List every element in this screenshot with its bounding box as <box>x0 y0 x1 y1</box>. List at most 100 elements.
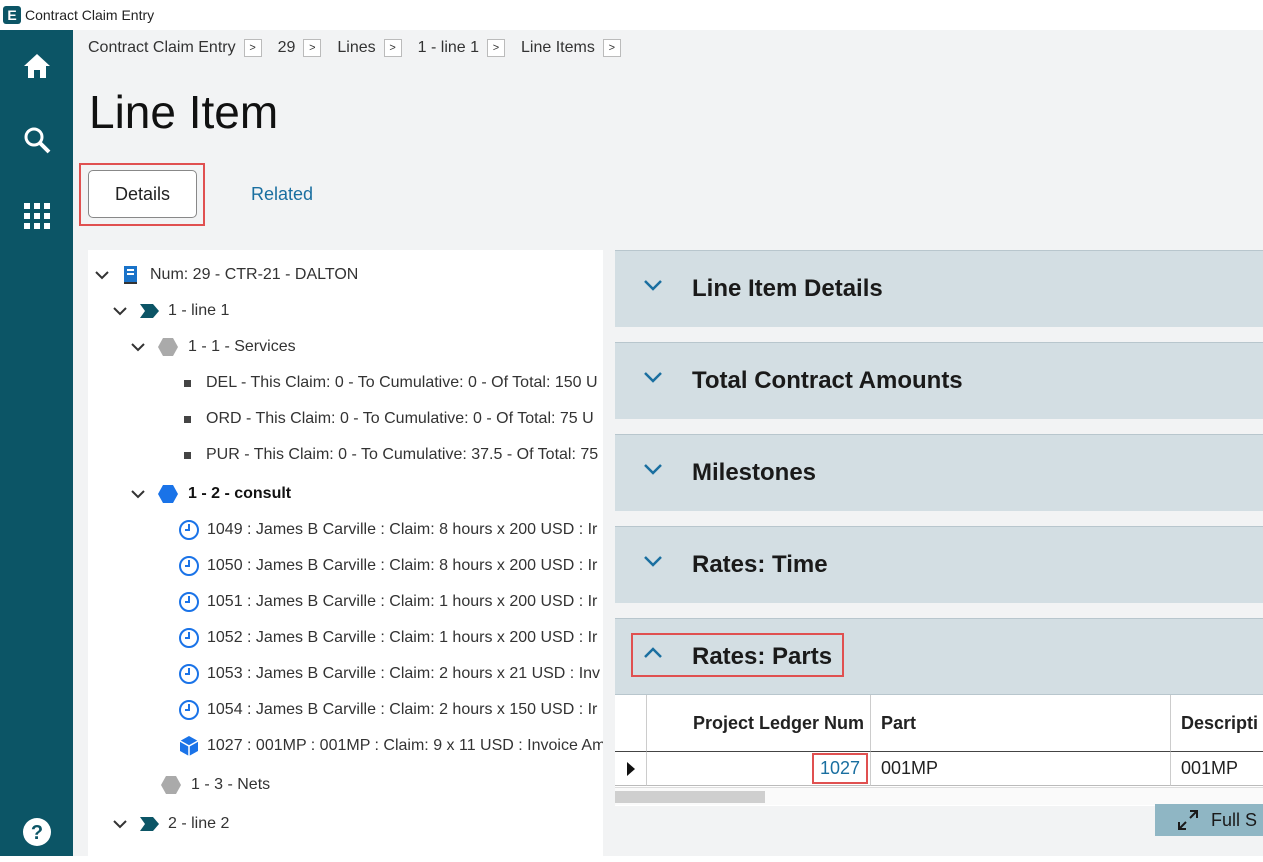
column-header-part[interactable]: Part <box>871 695 1171 751</box>
tree-node-del[interactable]: DEL - This Claim: 0 - To Cumulative: 0 -… <box>184 368 598 398</box>
app-logo-icon: E <box>3 6 21 24</box>
tree-node-time[interactable]: 1050 : James B Carville : Claim: 8 hours… <box>178 551 597 581</box>
row-indicator[interactable] <box>615 751 647 786</box>
panel-line-item-details[interactable]: Line Item Details <box>615 250 1263 327</box>
chevron-right-icon[interactable]: > <box>303 39 322 57</box>
tree-label: 1052 : James B Carville : Claim: 1 hours… <box>207 629 598 646</box>
tree-label: 1 - line 1 <box>168 302 230 319</box>
chevron-down-icon[interactable] <box>110 819 130 829</box>
tree-label: 1 - 2 - consult <box>188 485 292 502</box>
search-icon <box>24 127 50 154</box>
cell-part[interactable]: 001MP <box>871 751 1171 786</box>
full-screen-button[interactable]: Full S <box>1155 804 1263 836</box>
search-button[interactable] <box>0 110 73 170</box>
clock-icon <box>179 592 199 612</box>
chevron-down-icon[interactable] <box>643 555 663 567</box>
tree-label: ORD - This Claim: 0 - To Cumulative: 0 -… <box>206 410 594 427</box>
chevron-right-icon[interactable]: > <box>243 39 262 57</box>
breadcrumb-label[interactable]: Lines <box>337 39 375 57</box>
square-bullet-icon <box>184 415 191 423</box>
tree-label: 1 - 3 - Nets <box>191 776 271 793</box>
tree-node-time[interactable]: 1054 : James B Carville : Claim: 2 hours… <box>178 695 597 725</box>
chevron-down-icon[interactable] <box>643 279 663 291</box>
home-icon <box>23 54 50 78</box>
panel-rates-time[interactable]: Rates: Time <box>615 526 1263 603</box>
breadcrumb-item[interactable]: Contract Claim Entry > <box>88 39 262 57</box>
cell-description[interactable]: 001MP <box>1171 751 1263 786</box>
tree-label: DEL - This Claim: 0 - To Cumulative: 0 -… <box>206 374 598 391</box>
breadcrumb-label[interactable]: 1 - line 1 <box>418 39 479 57</box>
tree-node-time[interactable]: 1049 : James B Carville : Claim: 8 hours… <box>178 515 597 545</box>
horizontal-scrollbar[interactable] <box>615 787 1263 805</box>
tree-node-line2[interactable]: 2 - line 2 <box>110 809 229 839</box>
tree-label: Num: 29 - CTR-21 - DALTON <box>150 266 359 283</box>
title-bar: E Contract Claim Entry <box>0 0 1263 30</box>
grid-row-header <box>615 695 647 751</box>
tree-node-nets[interactable]: 1 - 3 - Nets <box>161 770 270 800</box>
cell-ledger[interactable]: 1027 <box>647 751 871 786</box>
tab-related[interactable]: Related <box>251 170 313 218</box>
chevron-down-icon[interactable] <box>110 306 130 316</box>
cube-icon <box>179 736 199 756</box>
clock-icon <box>179 700 199 720</box>
record-tree: Num: 29 - CTR-21 - DALTON 1 - line 1 1 -… <box>88 250 603 856</box>
square-bullet-icon <box>184 379 191 387</box>
tree-node-ord[interactable]: ORD - This Claim: 0 - To Cumulative: 0 -… <box>184 404 594 434</box>
chevron-down-icon[interactable] <box>643 463 663 475</box>
tree-label: 1 - 1 - Services <box>188 338 296 355</box>
window-title: Contract Claim Entry <box>25 7 155 23</box>
expand-icon <box>1178 810 1198 830</box>
chevron-down-icon[interactable] <box>92 270 112 280</box>
tree-node-consult[interactable]: 1 - 2 - consult <box>128 479 291 509</box>
chevron-right-icon[interactable]: > <box>602 39 621 57</box>
tree-label: 1053 : James B Carville : Claim: 2 hours… <box>207 665 601 682</box>
panel-rates-parts[interactable]: Rates: Parts <box>615 618 1263 695</box>
tree-node-pur[interactable]: PUR - This Claim: 0 - To Cumulative: 37.… <box>184 440 598 470</box>
panel-title: Milestones <box>692 459 817 486</box>
hexagon-icon <box>158 485 178 503</box>
tree-node-time[interactable]: 1051 : James B Carville : Claim: 1 hours… <box>178 587 597 617</box>
chevron-up-icon[interactable] <box>643 647 663 659</box>
chevron-down-icon[interactable] <box>128 342 148 352</box>
breadcrumb-label[interactable]: Contract Claim Entry <box>88 39 236 57</box>
tree-label: 2 - line 2 <box>168 815 230 832</box>
tree-label: 1049 : James B Carville : Claim: 8 hours… <box>207 521 598 538</box>
chevron-right-icon[interactable]: > <box>383 39 402 57</box>
chevron-down-icon[interactable] <box>643 371 663 383</box>
breadcrumb-item[interactable]: Line Items > <box>521 39 621 57</box>
tree-label: 1050 : James B Carville : Claim: 8 hours… <box>207 557 598 574</box>
tree-label: 1054 : James B Carville : Claim: 2 hours… <box>207 701 598 718</box>
tree-label: 1051 : James B Carville : Claim: 1 hours… <box>207 593 598 610</box>
grid-icon <box>23 203 50 229</box>
clock-icon <box>179 520 199 540</box>
panel-total-contract-amounts[interactable]: Total Contract Amounts <box>615 342 1263 419</box>
help-button[interactable]: ? <box>0 802 73 862</box>
panel-title: Rates: Parts <box>692 643 833 670</box>
chevron-down-icon[interactable] <box>128 489 148 499</box>
tree-node-services[interactable]: 1 - 1 - Services <box>128 332 296 362</box>
apps-button[interactable] <box>0 186 73 246</box>
home-button[interactable] <box>0 36 73 96</box>
scrollbar-thumb[interactable] <box>615 791 765 803</box>
breadcrumb-item[interactable]: Lines > <box>337 39 402 57</box>
column-header-description[interactable]: Descripti <box>1171 695 1263 751</box>
tree-label: 1027 : 001MP : 001MP : Claim: 9 x 11 USD… <box>207 737 603 754</box>
tree-node-part[interactable]: 1027 : 001MP : 001MP : Claim: 9 x 11 USD… <box>178 731 603 761</box>
breadcrumb-item[interactable]: 29 > <box>278 39 322 57</box>
help-icon: ? <box>22 818 51 846</box>
ledger-num-link[interactable]: 1027 <box>811 753 868 784</box>
tree-node-time[interactable]: 1053 : James B Carville : Claim: 2 hours… <box>178 659 600 689</box>
tag-icon <box>140 304 159 318</box>
column-header-ledger[interactable]: Project Ledger Num <box>647 695 871 751</box>
tab-details[interactable]: Details <box>88 170 197 218</box>
tag-icon <box>140 817 159 831</box>
breadcrumb-label[interactable]: 29 <box>278 39 296 57</box>
tree-node-line1[interactable]: 1 - line 1 <box>110 296 229 326</box>
breadcrumb-item[interactable]: 1 - line 1 > <box>418 39 506 57</box>
breadcrumb-label[interactable]: Line Items <box>521 39 595 57</box>
panel-milestones[interactable]: Milestones <box>615 434 1263 511</box>
tree-node-root[interactable]: Num: 29 - CTR-21 - DALTON <box>92 260 358 290</box>
tree-node-time[interactable]: 1052 : James B Carville : Claim: 1 hours… <box>178 623 597 653</box>
chevron-right-icon[interactable]: > <box>487 39 506 57</box>
book-icon <box>124 266 137 284</box>
